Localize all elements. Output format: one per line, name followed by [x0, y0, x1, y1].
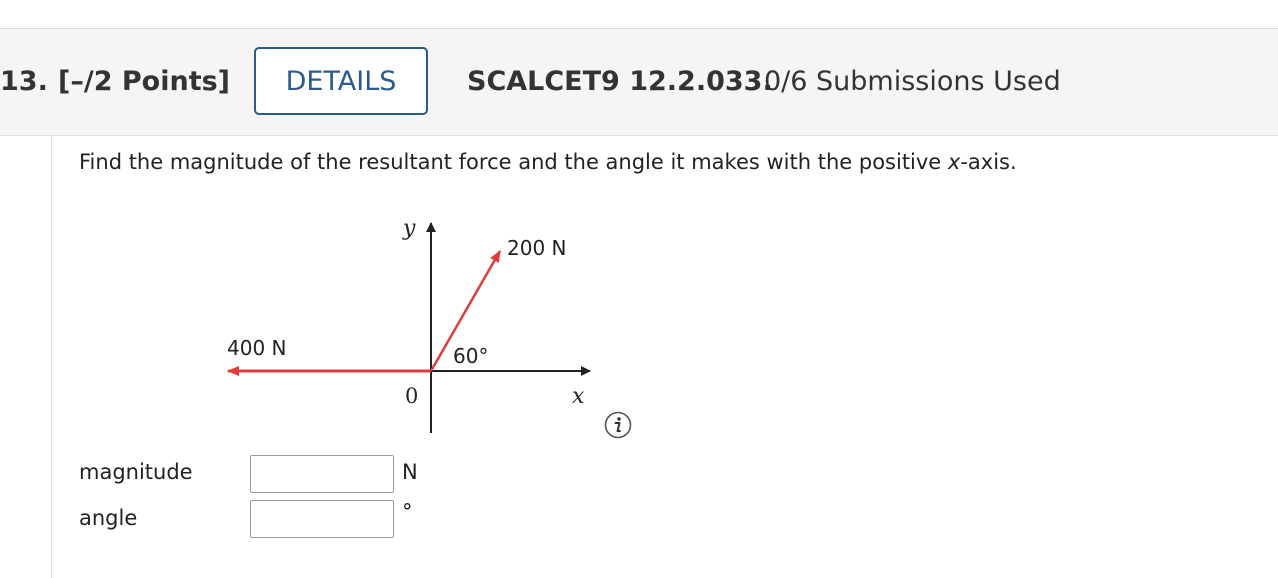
question-code: SCALCET9 12.2.033.: [467, 66, 773, 97]
question-page: 13. [–/2 Points] DETAILS SCALCET9 12.2.0…: [0, 0, 1278, 578]
details-button[interactable]: DETAILS: [254, 47, 428, 115]
question-prompt: Find the magnitude of the resultant forc…: [79, 150, 1017, 174]
angle-input[interactable]: [250, 500, 394, 538]
question-number: 13.: [0, 66, 48, 97]
submissions-used: 0/6 Submissions Used: [764, 66, 1061, 97]
force-400-label: 400 N: [227, 336, 287, 360]
origin-label: 0: [405, 384, 418, 408]
force-200-label: 200 N: [507, 236, 567, 260]
magnitude-input[interactable]: [250, 455, 394, 493]
x-axis-label: x: [572, 384, 585, 409]
angle-label: 60°: [453, 344, 488, 368]
force-diagram: y x 0 200 N 400 N 60°: [227, 216, 591, 433]
content-left-border: [51, 136, 52, 578]
prompt-text-end: -axis.: [960, 150, 1017, 174]
prompt-variable: x: [947, 150, 961, 174]
magnitude-label: magnitude: [79, 460, 193, 484]
angle-unit: °: [402, 500, 413, 524]
angle-label-text: angle: [79, 506, 138, 530]
magnitude-unit: N: [402, 460, 418, 484]
question-points: [–/2 Points]: [58, 66, 231, 97]
prompt-text-start: Find the magnitude of the resultant forc…: [79, 150, 948, 174]
y-axis-label: y: [402, 216, 416, 241]
info-icon[interactable]: [604, 411, 632, 439]
